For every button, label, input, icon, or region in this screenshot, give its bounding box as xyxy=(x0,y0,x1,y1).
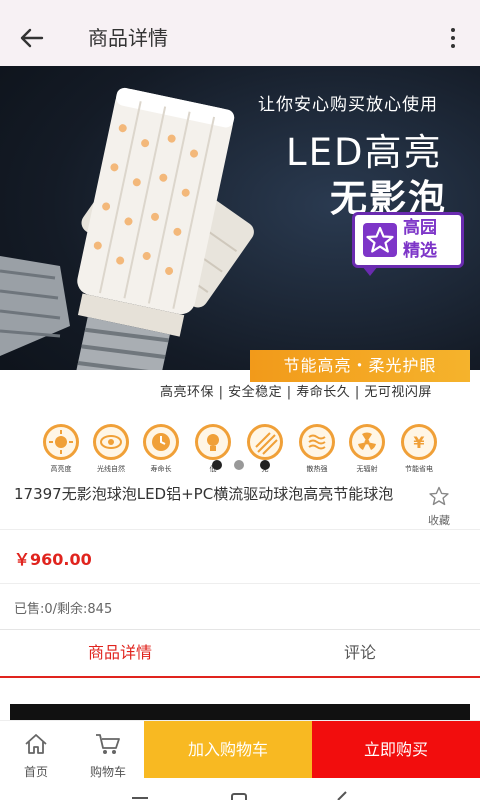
feature-item: 寿命长 xyxy=(139,424,183,474)
detail-tabs: 商品详情 评论 xyxy=(0,630,480,678)
feature-item: 光线自然 xyxy=(89,424,133,474)
buy-now-button[interactable]: 立即购买 xyxy=(312,721,480,779)
sun-icon xyxy=(43,424,79,460)
add-to-cart-button[interactable]: 加入购物车 xyxy=(144,721,312,779)
favorite-button[interactable]: 收藏 xyxy=(424,486,454,528)
carousel-dot[interactable] xyxy=(212,460,222,470)
more-vert-icon xyxy=(451,28,455,32)
radiation-icon xyxy=(349,424,385,460)
sales-stock-info: 已售:0/剩余:845 xyxy=(14,602,113,617)
system-navigation-bar xyxy=(0,778,480,800)
top-app-bar: 商品详情 xyxy=(0,0,480,76)
waves-icon xyxy=(299,424,335,460)
hero-features-line: 高亮环保 | 安全稳定 | 寿命长久 | 无可视闪屏 xyxy=(160,385,432,400)
svg-text:¥: ¥ xyxy=(413,433,424,452)
badge-tail xyxy=(362,266,378,276)
tab-product-details[interactable]: 商品详情 xyxy=(0,630,240,676)
bulb-icon xyxy=(195,424,231,460)
cart-button[interactable]: 购物车 xyxy=(72,721,144,779)
carousel-dot-active[interactable] xyxy=(234,460,244,470)
product-price: ￥960.00 xyxy=(14,550,92,569)
hero-orange-band: 节能高亮・柔光护眼 xyxy=(250,350,470,382)
product-name-section: 17397无影泡球泡LED铝+PC横流驱动球泡高亮节能球泡 收藏 xyxy=(0,472,480,530)
hero-tagline: 让你安心购买放心使用 xyxy=(258,95,438,115)
eye-icon xyxy=(93,424,129,460)
badge-line-1: 高园 xyxy=(403,218,437,238)
back-button[interactable] xyxy=(18,24,48,52)
feature-item: ¥ 节能省电 xyxy=(397,424,441,474)
feature-item: 高亮度 xyxy=(39,424,83,474)
carousel-dot[interactable] xyxy=(260,460,270,470)
arrow-left-icon xyxy=(20,28,44,48)
feature-item: 无辐射 xyxy=(345,424,389,474)
featured-badge: 高园 精选 xyxy=(352,212,464,268)
feature-item: 散热强 xyxy=(295,424,339,474)
clock-icon xyxy=(143,424,179,460)
product-name: 17397无影泡球泡LED铝+PC横流驱动球泡高亮节能球泡 xyxy=(14,485,394,503)
product-image-carousel[interactable]: 让你安心购买放心使用 LED高亮 无影泡 高园 精选 节能高亮・柔光护眼 高亮环… xyxy=(0,66,480,414)
shopping-cart-icon xyxy=(96,734,120,754)
tab-comments[interactable]: 评论 xyxy=(240,630,480,676)
product-detail-screen: 商品详情 让你安心购买放心使用 LED高亮 无影泡 高园 精选 节能高亮・柔光护… xyxy=(0,0,480,800)
yen-icon: ¥ xyxy=(401,424,437,460)
system-nav-icons xyxy=(132,791,347,800)
star-outline-icon xyxy=(429,486,449,506)
price-section: ￥960.00 xyxy=(0,530,480,584)
more-options-button[interactable] xyxy=(446,24,460,52)
page-title: 商品详情 xyxy=(88,26,168,50)
home-button[interactable]: 首页 xyxy=(0,721,72,779)
badge-line-2: 精选 xyxy=(403,241,437,261)
home-icon xyxy=(25,734,47,754)
star-icon xyxy=(363,223,397,257)
stripes-icon xyxy=(247,424,283,460)
stock-section: 已售:0/剩余:845 xyxy=(0,584,480,630)
favorite-label: 收藏 xyxy=(428,514,450,527)
bottom-action-bar: 首页 购物车 加入购物车 立即购买 xyxy=(0,720,480,779)
